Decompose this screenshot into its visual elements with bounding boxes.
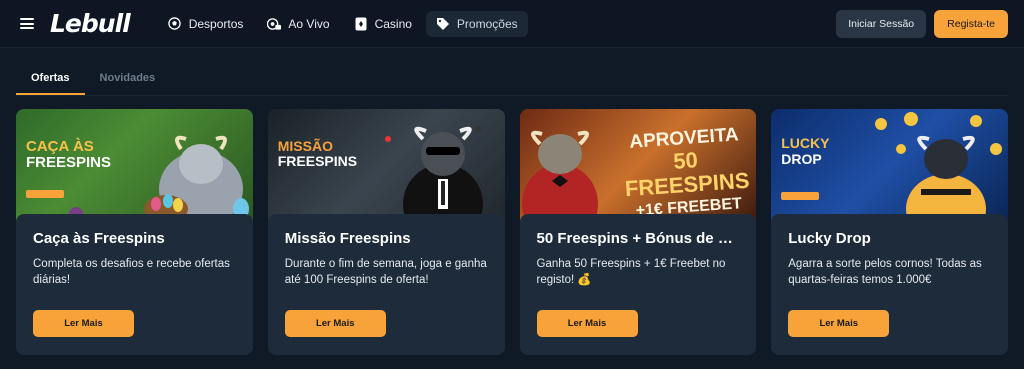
promo-banner-image: MISSÃO FREESPINS xyxy=(267,109,505,222)
nav-casino[interactable]: Casino xyxy=(344,11,422,37)
banner-title: CAÇA ÀS FREESPINS xyxy=(26,138,112,171)
banner-button-graphic xyxy=(26,190,64,198)
nav-label: Ao Vivo xyxy=(288,16,330,31)
card-description: Completa os desafios e recebe ofertas di… xyxy=(33,258,230,286)
card-icon xyxy=(354,17,368,31)
read-more-button[interactable]: Ler Mais xyxy=(788,310,890,337)
live-icon xyxy=(267,17,282,31)
promo-cards: CAÇA ÀS FREESPINS Caça às Freespins Compl… xyxy=(16,109,1008,355)
promo-banner-image: APROVEITA 50 FREESPINS +1€ FREEBET xyxy=(519,109,757,222)
tab-ofertas[interactable]: Ofertas xyxy=(16,66,85,95)
card-title: Missão Freespins xyxy=(284,230,411,247)
card-body: Caça às Freespins Completa os desafios e… xyxy=(16,214,253,355)
nav-desportos[interactable]: Desportos xyxy=(158,11,254,37)
menu-icon[interactable] xyxy=(20,18,34,29)
card-description: Durante o fim de semana, joga e ganha at… xyxy=(284,258,487,286)
card-body: Missão Freespins Durante o fim de semana… xyxy=(267,214,505,355)
card-title: Caça às Freespins xyxy=(33,230,165,247)
read-more-button[interactable]: Ler Mais xyxy=(33,310,134,337)
tab-novidades[interactable]: Novidades xyxy=(85,66,171,95)
banner-title: MISSÃO FREESPINS xyxy=(277,138,358,170)
promo-card[interactable]: MISSÃO FREESPINS Missão Freespins Durante… xyxy=(267,109,505,355)
soccer-ball-icon xyxy=(168,17,182,31)
nav-label: Promoções xyxy=(456,16,518,31)
banner-button-graphic xyxy=(781,192,820,200)
nav-label: Casino xyxy=(374,16,412,31)
top-header: Lebull Desportos Ao Vivo Casino Promoçõe… xyxy=(0,0,1024,48)
promo-banner-image: LUCKY DROP xyxy=(771,109,1008,222)
card-body: Lucky Drop Agarra a sorte pelos cornos! … xyxy=(771,214,1008,355)
logo[interactable]: Lebull xyxy=(50,9,131,38)
nav-ao-vivo[interactable]: Ao Vivo xyxy=(257,11,339,37)
banner-title: LUCKY DROP xyxy=(781,135,830,168)
banner-title: APROVEITA 50 FREESPINS +1€ FREEBET xyxy=(623,124,750,220)
main-nav: Desportos Ao Vivo Casino Promoções xyxy=(158,10,528,37)
promo-banner-image: CAÇA ÀS FREESPINS xyxy=(16,109,253,222)
card-body: 50 Freespins + Bónus de Boas-Vindas Ganh… xyxy=(519,214,757,355)
card-title: Lucky Drop xyxy=(788,230,871,247)
card-description: Ganha 50 Freespins + 1€ Freebet no regis… xyxy=(536,258,726,286)
card-description: Agarra a sorte pelos cornos! Todas as qu… xyxy=(788,258,982,286)
login-button[interactable]: Iniciar Sessão xyxy=(836,9,927,38)
card-title: 50 Freespins + Bónus de Boas-Vindas xyxy=(536,230,740,247)
register-button[interactable]: Regista-te xyxy=(934,9,1008,38)
promo-card[interactable]: LUCKY DROP Lucky Drop Agarra a sorte pelo… xyxy=(771,109,1008,355)
promo-card[interactable]: APROVEITA 50 FREESPINS +1€ FREEBET 50 Free… xyxy=(519,109,757,355)
nav-promocoes[interactable]: Promoções xyxy=(425,10,528,37)
header-actions: Iniciar Sessão Regista-te xyxy=(836,9,1008,38)
promo-tabs: Ofertas Novidades xyxy=(16,66,1008,96)
tag-icon xyxy=(436,17,450,31)
promo-card[interactable]: CAÇA ÀS FREESPINS Caça às Freespins Compl… xyxy=(16,109,253,355)
read-more-button[interactable]: Ler Mais xyxy=(284,310,386,337)
read-more-button[interactable]: Ler Mais xyxy=(536,310,638,337)
nav-label: Desportos xyxy=(188,16,244,31)
